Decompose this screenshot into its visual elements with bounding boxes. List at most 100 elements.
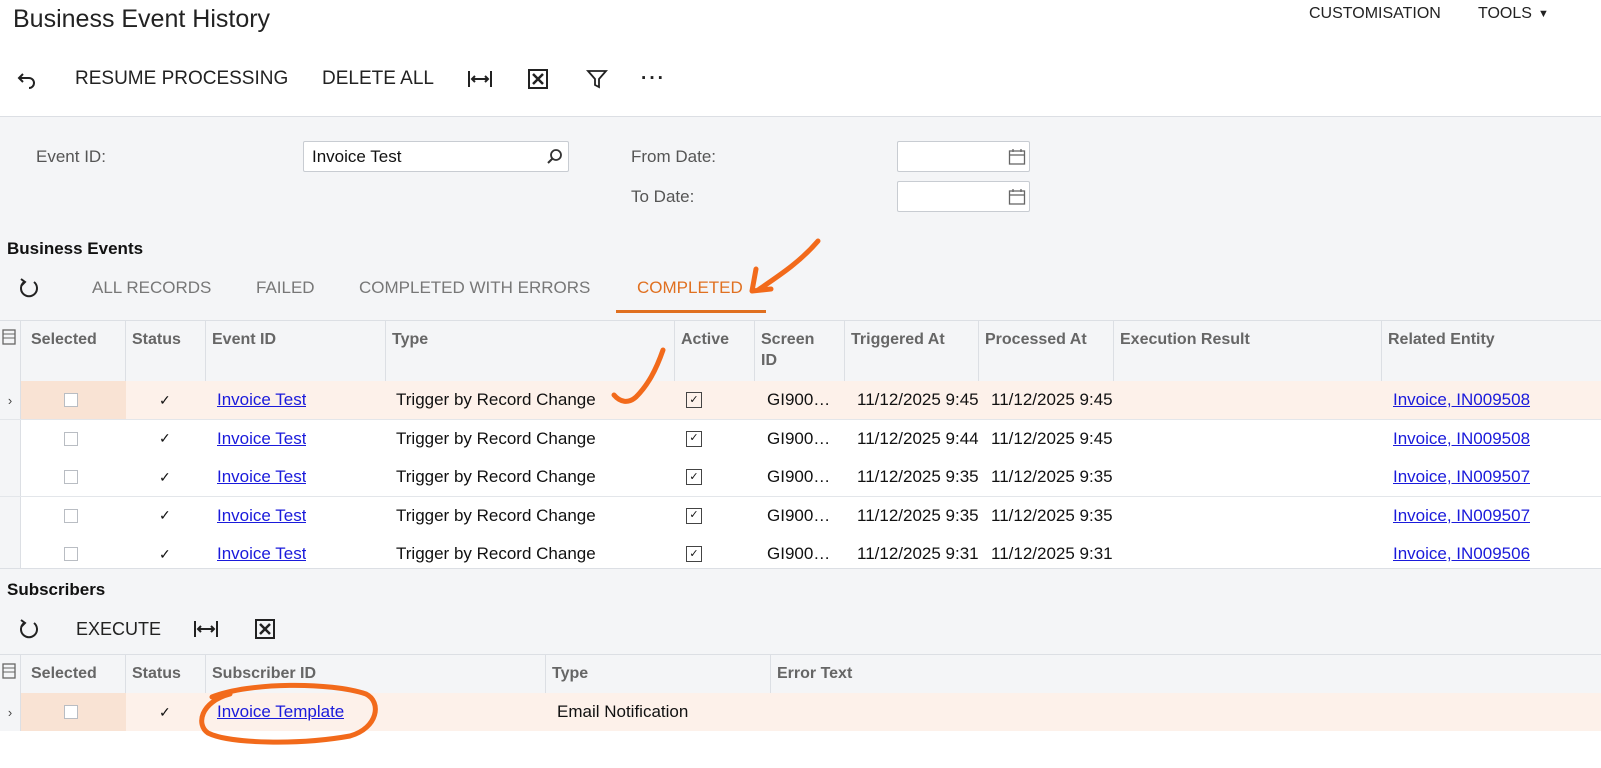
col-selected[interactable]: Selected [21,321,126,381]
to-date-label: To Date: [631,187,695,206]
active-checkbox: ✓ [686,420,702,458]
column-chooser-icon[interactable] [0,321,21,381]
table-row[interactable]: ✓ Invoice Test Trigger by Record Change ✓ GI… [0,458,1601,497]
type-cell: Trigger by Record Change [396,505,596,525]
screen-id-cell: GI900… [767,428,831,448]
event-id-cell[interactable]: Invoice Test [217,458,306,496]
export-excel-button[interactable] [527,62,549,96]
col-type[interactable]: Type [386,321,675,381]
event-id-link[interactable]: Invoice Test [217,467,306,487]
col-status[interactable]: Status [126,655,206,694]
related-entity-link[interactable]: Invoice, IN009507 [1393,467,1530,487]
screen-id-cell: GI900… [767,390,831,409]
event-id-cell[interactable]: Invoice Test [217,381,306,419]
event-id-cell[interactable]: Invoice Test [217,497,306,535]
subscribers-header [0,568,1601,655]
row-expand-icon[interactable] [0,458,21,496]
col-screen-id[interactable]: Screen ID [755,321,845,381]
main-toolbar: RESUME PROCESSING DELETE ALL ··· [0,62,700,96]
related-entity-cell[interactable]: Invoice, IN009508 [1393,381,1530,419]
related-entity-link[interactable]: Invoice, IN009508 [1393,429,1530,449]
col-processed-at[interactable]: Processed At [979,321,1114,381]
col-execution-result[interactable]: Execution Result [1114,321,1382,381]
col-screen-id-line1: Screen [761,331,815,348]
search-icon[interactable] [546,148,564,166]
event-id-link[interactable]: Invoice Test [217,506,306,526]
event-id-input[interactable]: Invoice Test [303,141,569,172]
customisation-menu[interactable]: CUSTOMISATION [1309,5,1441,23]
col-error-text[interactable]: Error Text [771,655,1601,694]
col-subscriber-id[interactable]: Subscriber ID [206,655,546,694]
row-expand-icon[interactable] [0,419,21,458]
execute-button[interactable]: EXECUTE [76,619,161,640]
excel-icon [528,69,548,89]
subscribers-fit-columns-button[interactable] [193,618,219,645]
refresh-button[interactable] [18,277,40,304]
active-checkbox: ✓ [686,381,702,419]
from-date-input[interactable] [897,141,1030,172]
subscriber-id-link[interactable]: Invoice Template [217,702,344,722]
subscribers-export-button[interactable] [254,618,276,645]
related-entity-cell[interactable]: Invoice, IN009507 [1393,497,1530,535]
active-tab-indicator [616,310,766,313]
subscribers-title: Subscribers [7,580,106,599]
col-selected[interactable]: Selected [21,655,126,694]
row-select-checkbox[interactable] [64,693,78,731]
tab-all-records[interactable]: ALL RECORDS [92,278,211,298]
tab-failed[interactable]: FAILED [256,278,315,298]
filter-icon [586,70,608,89]
page-title: Business Event History [13,5,271,33]
related-entity-link[interactable]: Invoice, IN009507 [1393,506,1530,526]
delete-all-button[interactable]: DELETE ALL [322,62,434,96]
row-select-checkbox[interactable] [64,458,78,496]
event-id-value: Invoice Test [312,147,402,166]
tab-completed-with-errors[interactable]: COMPLETED WITH ERRORS [359,278,590,298]
col-event-id[interactable]: Event ID [206,321,386,381]
row-select-checkbox[interactable] [64,497,78,535]
row-expand-icon[interactable] [0,496,21,535]
col-triggered-at[interactable]: Triggered At [845,321,979,381]
row-select-checkbox[interactable] [64,420,78,458]
event-id-label: Event ID: [36,147,106,166]
fit-width-icon [194,621,218,637]
more-button[interactable]: ··· [641,62,666,96]
col-type[interactable]: Type [546,655,771,694]
row-expand-icon[interactable]: › [0,381,21,419]
subscribers-refresh-button[interactable] [18,618,40,645]
table-row[interactable]: ✓ Invoice Test Trigger by Record Change ✓ GI… [0,496,1601,536]
filter-button[interactable] [586,62,608,96]
calendar-icon[interactable] [1008,188,1026,206]
screen-id-cell: GI900… [767,467,831,486]
col-active[interactable]: Active [675,321,755,381]
active-checkbox: ✓ [686,458,702,496]
related-entity-link[interactable]: Invoice, IN009508 [1393,390,1530,410]
tab-completed[interactable]: COMPLETED [637,278,743,298]
row-expand-icon[interactable]: › [0,693,21,731]
event-id-link[interactable]: Invoice Test [217,544,306,564]
table-row[interactable]: › ✓ Invoice Test Trigger by Record Change ✓ G… [0,381,1601,420]
calendar-icon[interactable] [1008,148,1026,166]
column-chooser-icon[interactable] [0,655,21,694]
resume-processing-button[interactable]: RESUME PROCESSING [75,62,288,96]
subscriber-id-cell[interactable]: Invoice Template [217,693,344,731]
subscriber-row[interactable]: › ✓ Invoice Template Email Notification [0,693,1601,732]
table-row[interactable]: ✓ Invoice Test Trigger by Record Change ✓ GI… [0,419,1601,459]
event-id-link[interactable]: Invoice Test [217,429,306,449]
filter-panel: Event ID: Invoice Test From Date: To Dat… [0,116,1601,236]
row-select-checkbox[interactable] [64,381,78,419]
related-entity-cell[interactable]: Invoice, IN009508 [1393,420,1530,458]
to-date-input[interactable] [897,181,1030,212]
fit-columns-button[interactable] [467,62,493,96]
col-related-entity[interactable]: Related Entity [1382,321,1601,381]
screen-id-cell: GI900… [767,505,831,525]
tools-menu[interactable]: TOOLS ▼ [1478,5,1549,23]
undo-button[interactable] [16,62,38,96]
triggered-at-cell: 11/12/2025 9:35 [857,505,979,525]
status-check-icon: ✓ [159,391,171,408]
event-id-cell[interactable]: Invoice Test [217,420,306,458]
related-entity-link[interactable]: Invoice, IN009506 [1393,544,1530,564]
triggered-at-cell: 11/12/2025 9:45 [857,390,979,409]
event-id-link[interactable]: Invoice Test [217,390,306,410]
related-entity-cell[interactable]: Invoice, IN009507 [1393,458,1530,496]
col-status[interactable]: Status [126,321,206,381]
